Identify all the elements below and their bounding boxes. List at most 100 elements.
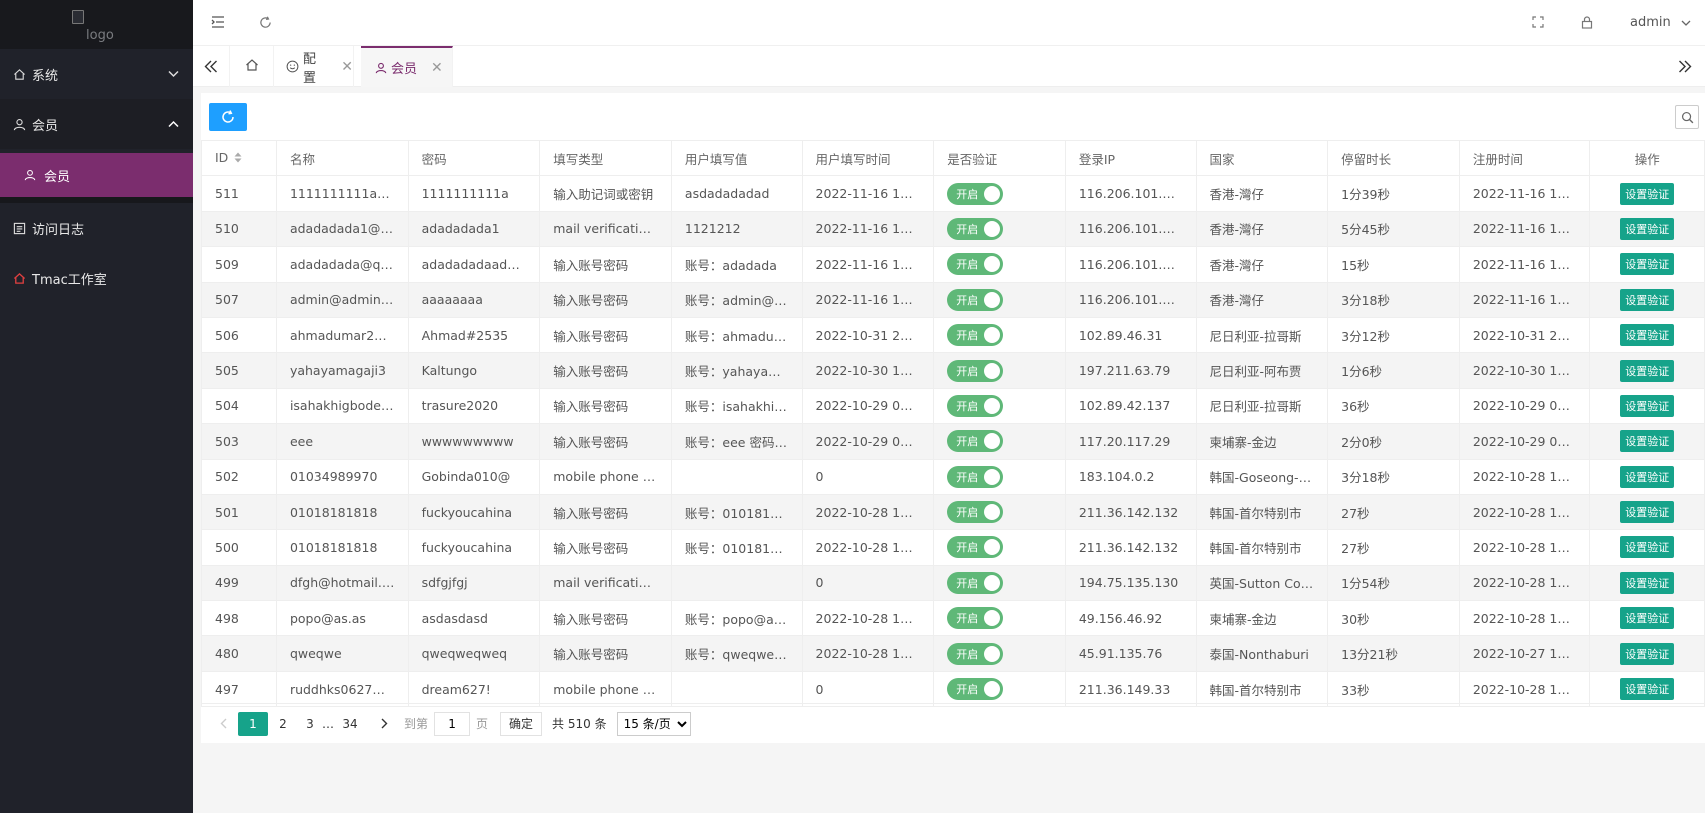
table-body: 5111111111111a@qq.com1111111111a输入助记词或密钥… bbox=[201, 175, 1705, 708]
verify-toggle[interactable]: 开启 bbox=[947, 571, 1004, 594]
chevron-down-icon[interactable] bbox=[1681, 16, 1691, 31]
verify-toggle[interactable]: 开启 bbox=[947, 465, 1004, 488]
tab-home[interactable] bbox=[229, 46, 274, 87]
sidebar-item-visit-log[interactable]: 访问日志 bbox=[0, 203, 193, 253]
cell-password: wwwwwwwww bbox=[407, 423, 541, 460]
set-verification-button[interactable]: 设置验证 bbox=[1620, 501, 1675, 524]
cell-id: 510 bbox=[201, 210, 277, 248]
toggle-label: 开启 bbox=[956, 435, 979, 449]
cell-password: adadadadaadada bbox=[407, 246, 541, 283]
verify-toggle[interactable]: 开启 bbox=[947, 217, 1004, 240]
next-page-button[interactable] bbox=[372, 712, 396, 736]
set-verification-button[interactable]: 设置验证 bbox=[1620, 536, 1675, 559]
toggle-knob bbox=[984, 220, 1001, 237]
close-icon[interactable]: ✕ bbox=[341, 59, 353, 75]
cell-actions: 设置验证 bbox=[1589, 387, 1705, 425]
goto-page-input[interactable] bbox=[434, 711, 471, 736]
page-button[interactable]: 2 bbox=[271, 712, 295, 736]
tabs-scroll-left-icon[interactable] bbox=[193, 46, 229, 87]
cell-user-value: 账号：ahmadumar bbox=[670, 316, 803, 354]
prev-page-button[interactable] bbox=[211, 712, 235, 736]
set-verification-button[interactable]: 设置验证 bbox=[1620, 642, 1675, 665]
set-verification-button[interactable]: 设置验证 bbox=[1620, 324, 1675, 347]
cell-fill-time: 2022-10-29 01:00:00 bbox=[801, 387, 935, 425]
cell-verified: 开启 bbox=[933, 635, 1066, 672]
page-button[interactable]: 1 bbox=[238, 711, 268, 736]
cell-verified: 开启 bbox=[933, 423, 1066, 460]
column-header: 登录IP bbox=[1064, 139, 1197, 177]
goto-confirm-button[interactable]: 确定 bbox=[500, 711, 543, 736]
verify-toggle[interactable]: 开启 bbox=[947, 678, 1004, 701]
set-verification-button[interactable]: 设置验证 bbox=[1620, 359, 1675, 382]
fullscreen-icon[interactable] bbox=[1530, 14, 1546, 30]
cell-id: 502 bbox=[201, 458, 277, 495]
page-button[interactable]: 3 bbox=[298, 712, 322, 736]
cell-register-time: 2022-10-27 15:00:00 bbox=[1458, 635, 1591, 672]
verify-toggle[interactable]: 开启 bbox=[947, 607, 1004, 630]
members-table: ID 名称 密码 填写类型 用户填写值 用户填写时间 是否验证 登录IP 国家 … bbox=[201, 139, 1705, 708]
column-header: 国家 bbox=[1195, 139, 1329, 177]
column-header-id[interactable]: ID bbox=[201, 139, 277, 177]
cell-id: 511 bbox=[201, 175, 277, 212]
user-menu[interactable]: admin bbox=[1630, 15, 1671, 30]
verify-toggle[interactable]: 开启 bbox=[947, 253, 1004, 276]
table-row: 501 01018181818 fuckyoucahina 输入账号密码 账号：0101… bbox=[201, 493, 1705, 531]
verify-toggle[interactable]: 开启 bbox=[947, 430, 1004, 453]
table-search-button[interactable] bbox=[1675, 105, 1699, 129]
tab-config[interactable]: 配置 ✕ bbox=[274, 46, 354, 87]
verify-toggle[interactable]: 开启 bbox=[947, 501, 1004, 524]
set-verification-button[interactable]: 设置验证 bbox=[1620, 607, 1675, 630]
cell-stay-duration: 27秒 bbox=[1327, 529, 1460, 566]
sidebar-submenu: 会员 bbox=[0, 153, 193, 203]
cell-actions: 设置验证 bbox=[1589, 635, 1705, 672]
verify-toggle[interactable]: 开启 bbox=[947, 324, 1004, 347]
sidebar-item-system[interactable]: 系统 bbox=[0, 49, 193, 99]
cell-name: popo@as.as bbox=[275, 600, 409, 637]
sort-icon[interactable] bbox=[234, 151, 242, 166]
verify-toggle[interactable]: 开启 bbox=[947, 536, 1004, 559]
column-header: 填写类型 bbox=[539, 139, 672, 177]
logo[interactable]: logo bbox=[0, 0, 193, 49]
table-refresh-button[interactable] bbox=[209, 103, 247, 131]
set-verification-button[interactable]: 设置验证 bbox=[1620, 288, 1675, 311]
close-icon[interactable]: ✕ bbox=[431, 60, 443, 76]
cell-actions: 设置验证 bbox=[1589, 175, 1705, 212]
toggle-knob bbox=[984, 539, 1001, 556]
verify-toggle[interactable]: 开启 bbox=[947, 359, 1004, 382]
sidebar-item-tmac-studio[interactable]: Tmac工作室 bbox=[0, 253, 193, 303]
cell-country: 韩国-首尔特别市 bbox=[1195, 529, 1329, 566]
cell-password: 1111111111a bbox=[407, 175, 541, 212]
menu-toggle-icon[interactable] bbox=[210, 14, 226, 30]
set-verification-button[interactable]: 设置验证 bbox=[1620, 253, 1675, 276]
tab-member[interactable]: 会员 ✕ bbox=[361, 46, 453, 87]
set-verification-button[interactable]: 设置验证 bbox=[1620, 465, 1675, 488]
set-verification-button[interactable]: 设置验证 bbox=[1620, 571, 1675, 594]
cell-name: yahayamagaji3 bbox=[275, 352, 409, 389]
verify-toggle[interactable]: 开启 bbox=[947, 182, 1004, 205]
tabs-scroll-right-icon[interactable] bbox=[1667, 46, 1703, 87]
cell-password: aaaaaaaa bbox=[407, 281, 541, 318]
page-size-select[interactable]: 15 条/页 bbox=[616, 711, 691, 736]
set-verification-button[interactable]: 设置验证 bbox=[1620, 217, 1675, 240]
verify-toggle[interactable]: 开启 bbox=[947, 288, 1004, 311]
set-verification-button[interactable]: 设置验证 bbox=[1620, 678, 1675, 701]
sidebar-item-label: 访问日志 bbox=[32, 222, 85, 238]
toggle-label: 开启 bbox=[956, 506, 979, 520]
sidebar-subitem-member[interactable]: 会员 bbox=[0, 153, 193, 197]
tab-label: 配置 bbox=[303, 51, 317, 86]
verify-toggle[interactable]: 开启 bbox=[947, 642, 1004, 665]
set-verification-button[interactable]: 设置验证 bbox=[1620, 182, 1675, 205]
sidebar-item-label: 系统 bbox=[32, 68, 59, 84]
cell-login-ip: 211.36.149.33 bbox=[1064, 670, 1197, 708]
cell-login-ip: 197.211.63.79 bbox=[1064, 352, 1197, 389]
lock-icon[interactable] bbox=[1579, 14, 1595, 30]
cell-user-value: 账号：qweqwe 密码 bbox=[670, 635, 803, 672]
refresh-icon[interactable] bbox=[257, 14, 273, 30]
set-verification-button[interactable]: 设置验证 bbox=[1620, 394, 1675, 417]
sidebar-item-member[interactable]: 会员 bbox=[0, 99, 193, 149]
set-verification-button[interactable]: 设置验证 bbox=[1620, 430, 1675, 453]
page-button[interactable]: 34 bbox=[338, 712, 362, 736]
logo-alt-text: logo bbox=[86, 28, 114, 43]
verify-toggle[interactable]: 开启 bbox=[947, 394, 1004, 417]
cell-user-value: asdadadadad bbox=[670, 175, 803, 212]
